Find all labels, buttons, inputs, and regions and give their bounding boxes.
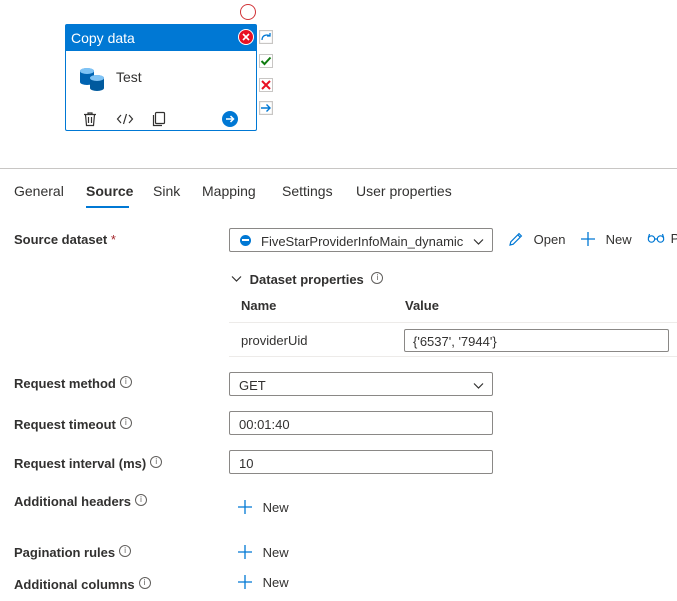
tab-mapping[interactable]: Mapping	[202, 183, 256, 199]
copy-data-icon	[78, 66, 106, 95]
chevron-down-icon	[473, 235, 484, 250]
property-name: providerUid	[241, 333, 308, 348]
additional-headers-label-text: Additional headers	[14, 494, 132, 509]
info-icon[interactable]: i	[135, 494, 148, 506]
request-method-select[interactable]: GET	[229, 372, 493, 396]
info-icon[interactable]: i	[119, 545, 132, 557]
add-column-button[interactable]: New	[237, 574, 289, 590]
new-label: New	[262, 545, 289, 560]
request-interval-input[interactable]: 10	[229, 450, 493, 474]
info-icon[interactable]: i	[138, 577, 151, 589]
chevron-down-icon	[473, 379, 484, 394]
plus-icon	[237, 500, 257, 515]
new-label: New	[605, 232, 632, 247]
edit-pencil-icon	[508, 232, 528, 247]
source-dataset-label: Source dataset *	[14, 232, 116, 247]
close-icon[interactable]	[238, 29, 254, 45]
activity-header: Copy data	[66, 25, 256, 51]
request-timeout-label-text: Request timeout	[14, 417, 116, 432]
source-dataset-value: FiveStarProviderInfoMain_dynamic	[261, 234, 464, 249]
clone-icon[interactable]	[151, 111, 167, 130]
dataset-icon	[240, 235, 251, 246]
panel-divider	[0, 168, 677, 169]
source-dataset-select[interactable]: FiveStarProviderInfoMain_dynamic	[229, 228, 493, 252]
preview-data-button[interactable]: P	[647, 231, 677, 246]
activity-title: Copy data	[71, 30, 135, 46]
property-value-text: {'6537', '7944'}	[413, 334, 497, 349]
info-icon[interactable]: i	[371, 272, 384, 284]
additional-columns-label: Additional columns i	[14, 577, 151, 592]
column-header-value: Value	[405, 298, 439, 313]
redo-icon[interactable]	[258, 29, 274, 45]
info-icon[interactable]: i	[119, 417, 132, 429]
request-timeout-value: 00:01:40	[239, 417, 290, 432]
run-arrow-icon[interactable]	[222, 111, 238, 127]
request-interval-label: Request interval (ms) i	[14, 456, 163, 471]
active-tab-indicator	[86, 206, 129, 208]
request-timeout-label: Request timeout i	[14, 417, 132, 432]
info-icon[interactable]: i	[119, 376, 132, 388]
completion-arrow-icon[interactable]	[258, 100, 274, 116]
failure-x-icon[interactable]	[259, 78, 273, 92]
delete-icon[interactable]	[82, 111, 98, 130]
source-dataset-label-text: Source dataset	[14, 232, 108, 247]
tab-settings[interactable]: Settings	[282, 183, 333, 199]
success-check-icon[interactable]	[259, 54, 273, 68]
tab-source[interactable]: Source	[86, 183, 133, 199]
plus-icon	[580, 232, 600, 247]
table-header-divider	[229, 322, 677, 323]
required-mark: *	[110, 232, 116, 247]
info-icon[interactable]: i	[150, 456, 163, 468]
request-method-label-text: Request method	[14, 376, 116, 391]
additional-columns-label-text: Additional columns	[14, 577, 135, 592]
open-dataset-button[interactable]: Open	[508, 231, 565, 247]
connect-handle[interactable]	[240, 4, 256, 20]
request-method-value: GET	[239, 378, 266, 393]
request-method-label: Request method i	[14, 376, 132, 391]
tab-general[interactable]: General	[14, 183, 64, 199]
new-label: New	[262, 575, 289, 590]
column-header-name: Name	[241, 298, 277, 313]
activity-name: Test	[116, 69, 142, 85]
chevron-down-icon	[231, 272, 246, 287]
plus-icon	[237, 575, 257, 590]
open-label: Open	[533, 232, 566, 247]
property-value-input[interactable]: {'6537', '7944'}	[404, 329, 669, 352]
request-timeout-input[interactable]: 00:01:40	[229, 411, 493, 435]
dataset-properties-title: Dataset properties	[249, 272, 364, 287]
plus-icon	[237, 545, 257, 560]
glasses-icon	[647, 231, 669, 246]
tab-sink[interactable]: Sink	[153, 183, 180, 199]
add-pagination-rule-button[interactable]: New	[237, 544, 289, 560]
add-header-button[interactable]: New	[237, 499, 289, 515]
copy-data-activity[interactable]: Copy data Test	[65, 24, 257, 131]
request-interval-label-text: Request interval (ms)	[14, 456, 147, 471]
table-row-divider	[229, 356, 677, 357]
code-icon[interactable]	[116, 111, 134, 130]
pagination-rules-label-text: Pagination rules	[14, 545, 116, 560]
new-label: New	[262, 500, 289, 515]
new-dataset-button[interactable]: New	[580, 231, 632, 247]
dataset-properties-toggle[interactable]: Dataset properties i	[231, 272, 384, 287]
preview-label: P	[670, 231, 677, 246]
request-interval-value: 10	[239, 456, 254, 471]
pagination-rules-label: Pagination rules i	[14, 545, 132, 560]
additional-headers-label: Additional headers i	[14, 494, 148, 509]
tab-user-properties[interactable]: User properties	[356, 183, 452, 199]
